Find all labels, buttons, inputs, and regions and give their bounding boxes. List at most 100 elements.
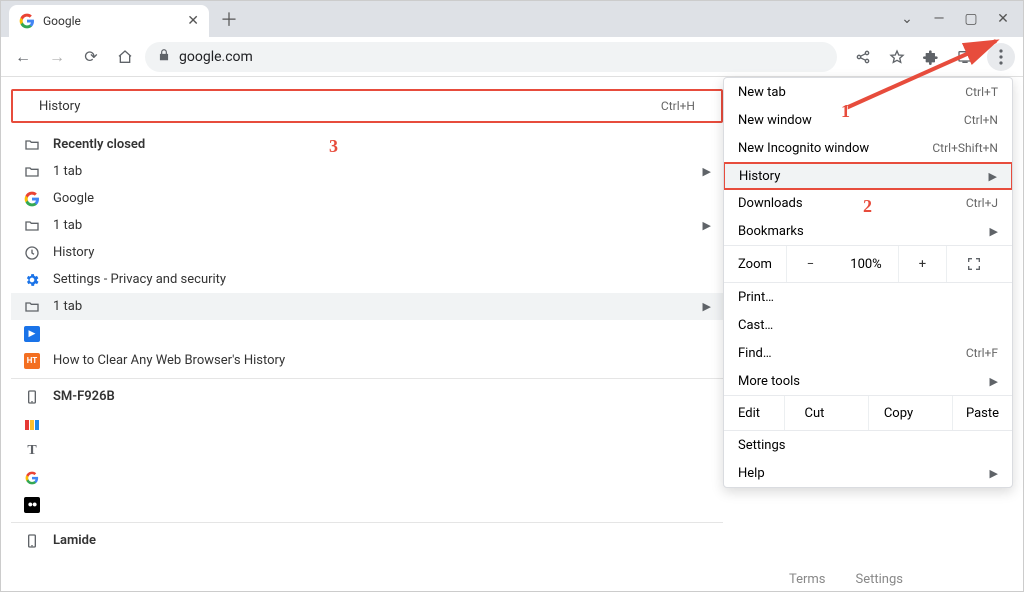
- paste-button[interactable]: Paste: [952, 396, 1012, 430]
- menu-bookmarks[interactable]: Bookmarks ▶: [724, 217, 1012, 245]
- menu-print[interactable]: Print…: [724, 283, 1012, 311]
- history-item[interactable]: Settings - Privacy and security: [11, 266, 723, 293]
- history-item[interactable]: History: [11, 239, 723, 266]
- history-item[interactable]: HT How to Clear Any Web Browser's Histor…: [11, 347, 723, 374]
- history-item[interactable]: 1 tab ▶: [11, 158, 723, 185]
- shortcut: Ctrl+T: [965, 85, 998, 99]
- menu-zoom-row: Zoom − 100% +: [724, 246, 1012, 282]
- history-header-label: History: [39, 99, 80, 114]
- history-item[interactable]: ▶: [11, 320, 723, 347]
- annotation-2: 2: [863, 196, 872, 217]
- forward-button: →: [43, 43, 71, 71]
- google-icon: [23, 469, 41, 487]
- window-controls: ⌄ — ▢ ✕: [897, 11, 1023, 27]
- menu-history[interactable]: History ▶: [723, 162, 1013, 190]
- tab-strip: Google ✕ ＋ ⌄ — ▢ ✕: [1, 1, 1023, 37]
- cut-button[interactable]: Cut: [784, 396, 844, 430]
- separator: [11, 378, 723, 379]
- menu-more-tools[interactable]: More tools ▶: [724, 367, 1012, 395]
- history-header[interactable]: History Ctrl+H: [11, 89, 723, 123]
- separator: [11, 522, 723, 523]
- history-item[interactable]: Google: [11, 185, 723, 212]
- synced-device[interactable]: SM-F926B: [11, 383, 723, 410]
- chevron-right-icon: ▶: [990, 467, 998, 480]
- history-flyout: History Ctrl+H Recently closed 1 tab ▶ G…: [11, 89, 723, 554]
- star-icon[interactable]: [885, 45, 909, 69]
- history-item[interactable]: [11, 464, 723, 491]
- share-icon[interactable]: [851, 45, 875, 69]
- menu-label: Find…: [738, 346, 772, 361]
- menu-settings[interactable]: Settings: [724, 431, 1012, 459]
- history-item[interactable]: T: [11, 437, 723, 464]
- medium-icon: ●●: [23, 496, 41, 514]
- lock-icon: [157, 48, 171, 65]
- zoom-in-button[interactable]: +: [898, 246, 946, 282]
- footer-terms[interactable]: Terms: [789, 572, 826, 587]
- item-label: 1 tab: [53, 218, 82, 233]
- folder-icon: [23, 163, 41, 181]
- menu-find[interactable]: Find… Ctrl+F: [724, 339, 1012, 367]
- reload-button[interactable]: ⟳: [77, 43, 105, 71]
- phone-icon: [23, 388, 41, 406]
- history-item[interactable]: ●●: [11, 491, 723, 518]
- shortcut: Ctrl+Shift+N: [932, 141, 998, 155]
- google-favicon: [19, 13, 35, 29]
- item-label: Settings - Privacy and security: [53, 272, 226, 287]
- settings-icon: [23, 271, 41, 289]
- menu-label: Downloads: [738, 196, 803, 211]
- device-label: Lamide: [53, 533, 96, 548]
- menu-new-tab[interactable]: New tab Ctrl+T: [724, 78, 1012, 106]
- history-icon: [23, 244, 41, 262]
- address-text: google.com: [179, 49, 253, 65]
- page-footer: Terms Settings: [789, 572, 903, 587]
- chevron-right-icon: ▶: [989, 170, 997, 183]
- browser-tab[interactable]: Google ✕: [9, 5, 209, 37]
- close-tab-icon[interactable]: ✕: [187, 13, 199, 29]
- menu-incognito[interactable]: New Incognito window Ctrl+Shift+N: [724, 134, 1012, 162]
- fullscreen-button[interactable]: [946, 246, 1000, 282]
- menu-label: Bookmarks: [738, 224, 804, 239]
- minimize-icon[interactable]: —: [929, 11, 949, 27]
- kebab-menu-button[interactable]: [987, 43, 1015, 71]
- maximize-icon[interactable]: ▢: [961, 11, 981, 27]
- google-icon: [23, 190, 41, 208]
- synced-device[interactable]: Lamide: [11, 527, 723, 554]
- tab-title: Google: [43, 14, 81, 28]
- item-label: How to Clear Any Web Browser's History: [53, 353, 285, 368]
- edit-label: Edit: [724, 406, 760, 421]
- back-button[interactable]: ←: [9, 43, 37, 71]
- htg-icon: HT: [23, 352, 41, 370]
- chevron-right-icon: ▶: [990, 375, 998, 388]
- letter-t-icon: T: [23, 442, 41, 460]
- menu-label: Help: [738, 466, 765, 481]
- close-window-icon[interactable]: ✕: [993, 11, 1013, 27]
- shortcut: Ctrl+J: [966, 196, 998, 210]
- menu-label: More tools: [738, 374, 800, 389]
- home-button[interactable]: [111, 43, 139, 71]
- history-item[interactable]: [11, 410, 723, 437]
- new-tab-button[interactable]: ＋: [215, 5, 243, 33]
- content-area: History Ctrl+H Recently closed 1 tab ▶ G…: [1, 77, 1023, 593]
- item-label: History: [53, 245, 94, 260]
- footer-settings[interactable]: Settings: [856, 572, 903, 587]
- extensions-icon[interactable]: [919, 45, 943, 69]
- item-label: Recently closed: [53, 137, 145, 152]
- menu-new-window[interactable]: New window Ctrl+N: [724, 106, 1012, 134]
- copy-button[interactable]: Copy: [868, 396, 928, 430]
- cast-icon[interactable]: [953, 45, 977, 69]
- chrome-menu: New tab Ctrl+T New window Ctrl+N New Inc…: [723, 77, 1013, 488]
- menu-label: Settings: [738, 438, 785, 453]
- history-item[interactable]: 1 tab ▶: [11, 293, 723, 320]
- address-bar[interactable]: google.com: [145, 42, 837, 72]
- shortcut: Ctrl+F: [966, 346, 998, 360]
- chevron-right-icon: ▶: [703, 165, 711, 178]
- caret-down-icon[interactable]: ⌄: [897, 11, 917, 27]
- phone-icon: [23, 532, 41, 550]
- item-label: 1 tab: [53, 164, 82, 179]
- menu-cast[interactable]: Cast…: [724, 311, 1012, 339]
- zoom-out-button[interactable]: −: [786, 246, 834, 282]
- chevron-right-icon: ▶: [703, 219, 711, 232]
- menu-help[interactable]: Help ▶: [724, 459, 1012, 487]
- item-label: Google: [53, 191, 94, 206]
- history-item[interactable]: 1 tab ▶: [11, 212, 723, 239]
